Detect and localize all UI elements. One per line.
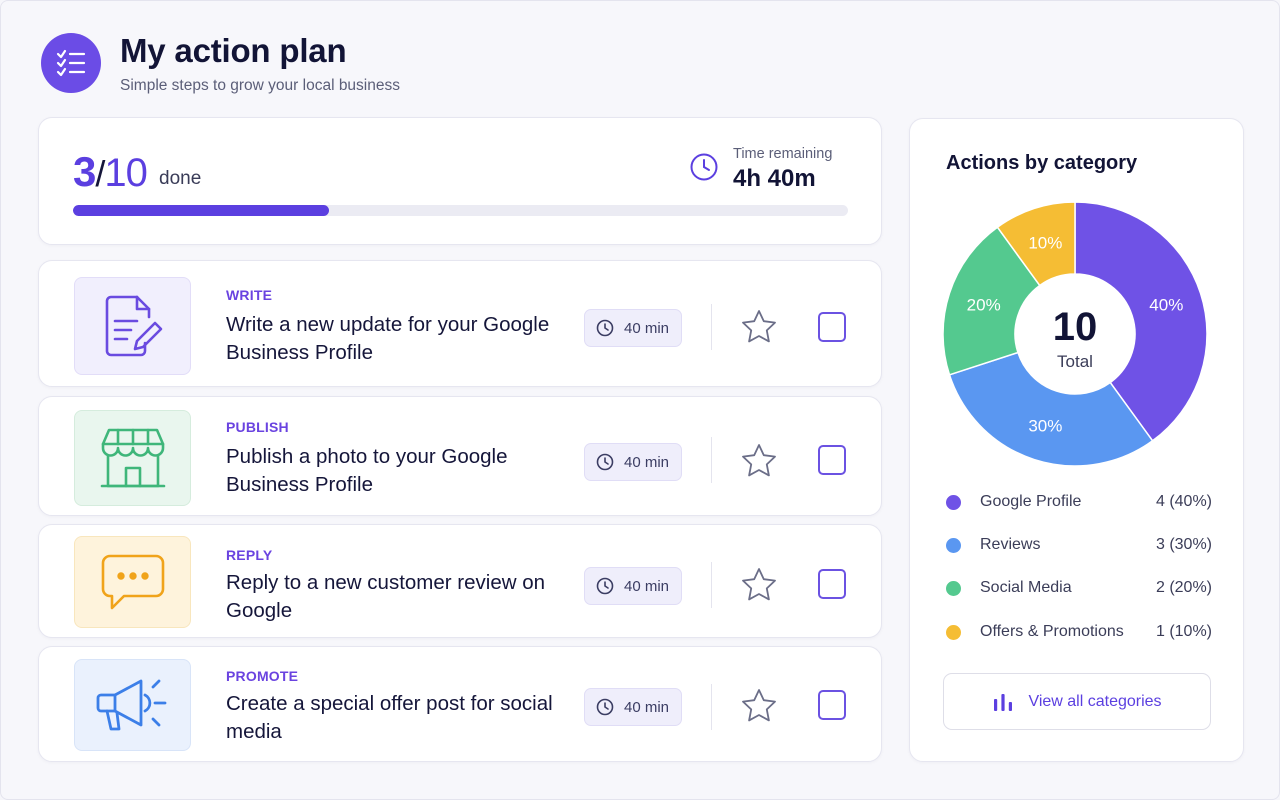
legend-name: Social Media [980, 579, 1072, 596]
legend-value: 1 (10%) [1155, 623, 1212, 640]
view-all-categories-button[interactable]: View all categories [943, 673, 1211, 730]
donut-slice-label: 30% [1028, 416, 1062, 435]
donut-slice-label: 10% [1028, 234, 1062, 253]
total-number: 10 [104, 151, 147, 195]
legend-item: Reviews 3 (30%) [946, 533, 1212, 557]
legend-item: Offers & Promotions 1 (10%) [946, 620, 1212, 644]
storefront-icon [74, 410, 191, 506]
duration-label: 40 min [624, 577, 670, 595]
divider [711, 684, 712, 730]
legend-name: Offers & Promotions [980, 623, 1124, 640]
clock-icon [596, 453, 614, 471]
clock-icon [689, 152, 719, 187]
task-card-publish: PUBLISH Publish a photo to your Google B… [38, 396, 882, 516]
task-card-reply: REPLY Reply to a new customer review on … [38, 524, 882, 638]
star-icon[interactable] [741, 443, 777, 482]
category-donut-chart: 40% 30% 20% 10% 10 Total [942, 201, 1208, 467]
document-edit-icon [74, 277, 191, 375]
star-icon[interactable] [741, 309, 777, 348]
chat-bubble-icon [74, 536, 191, 628]
task-title: Create a special offer post for social m… [226, 692, 553, 743]
duration-chip: 40 min [584, 309, 682, 347]
task-checkbox[interactable] [818, 312, 846, 342]
task-category: PROMOTE [226, 668, 299, 684]
progress-bar [73, 205, 848, 216]
divider [711, 437, 712, 483]
page-title: My action plan [120, 32, 347, 69]
duration-label: 40 min [624, 453, 670, 471]
legend-dot [946, 580, 961, 596]
duration-chip: 40 min [584, 688, 682, 726]
view-all-label: View all categories [1028, 692, 1162, 710]
clock-icon [596, 577, 614, 595]
legend-value: 2 (20%) [1155, 579, 1212, 596]
task-checkbox[interactable] [818, 569, 846, 599]
task-category: PUBLISH [226, 419, 289, 435]
duration-label: 40 min [624, 698, 670, 716]
divider [711, 562, 712, 608]
app-window: My action plan Simple steps to grow your… [0, 0, 1280, 800]
task-card-write: WRITE Write a new update for your Google… [38, 260, 882, 387]
time-remaining-label: Time remaining [733, 146, 833, 162]
task-title: Reply to a new customer review on Google [226, 571, 546, 622]
star-icon[interactable] [741, 688, 777, 727]
page-subtitle: Simple steps to grow your local business [120, 77, 400, 94]
legend-name: Google Profile [980, 493, 1082, 510]
donut-slice [948, 351, 1154, 467]
legend-dot [946, 537, 961, 553]
task-checkbox[interactable] [818, 690, 846, 720]
done-label: done [159, 168, 202, 189]
legend-item: Google Profile 4 (40%) [946, 490, 1212, 514]
done-number: 3 [73, 148, 96, 195]
category-card: Actions by category 40% 30% 20% 10% 10 Tota… [909, 118, 1244, 762]
legend-value: 4 (40%) [1155, 493, 1212, 510]
task-card-promote: PROMOTE Create a special offer post for … [38, 646, 882, 762]
donut-center-value: 10 [1053, 305, 1098, 349]
progress-bar-fill [73, 205, 329, 216]
task-category: REPLY [226, 547, 273, 563]
legend-dot [946, 624, 961, 640]
done-count: 3/10 [73, 148, 148, 196]
donut-slice-label: 20% [967, 295, 1001, 314]
task-title: Write a new update for your Google Busin… [226, 313, 550, 364]
duration-label: 40 min [624, 319, 670, 337]
legend-name: Reviews [980, 536, 1041, 553]
legend-dot [946, 494, 961, 510]
legend-item: Social Media 2 (20%) [946, 576, 1212, 600]
bar-chart-icon [994, 693, 1013, 711]
task-title: Publish a photo to your Google Business … [226, 445, 508, 496]
duration-chip: 40 min [584, 567, 682, 605]
legend-value: 3 (30%) [1155, 536, 1212, 553]
task-checkbox[interactable] [818, 445, 846, 475]
star-icon[interactable] [741, 567, 777, 606]
clock-icon [596, 319, 614, 337]
progress-card: 3/10 done Time remaining 4h 40m [38, 117, 882, 245]
clock-icon [596, 698, 614, 716]
category-title: Actions by category [946, 152, 1138, 174]
checklist-icon [41, 33, 101, 93]
donut-slice-label: 40% [1149, 295, 1183, 314]
divider [711, 304, 712, 350]
time-remaining-value: 4h 40m [733, 165, 816, 192]
task-category: WRITE [226, 287, 273, 303]
megaphone-icon [74, 659, 191, 751]
donut-center-label: Total [1057, 352, 1093, 371]
duration-chip: 40 min [584, 443, 682, 481]
